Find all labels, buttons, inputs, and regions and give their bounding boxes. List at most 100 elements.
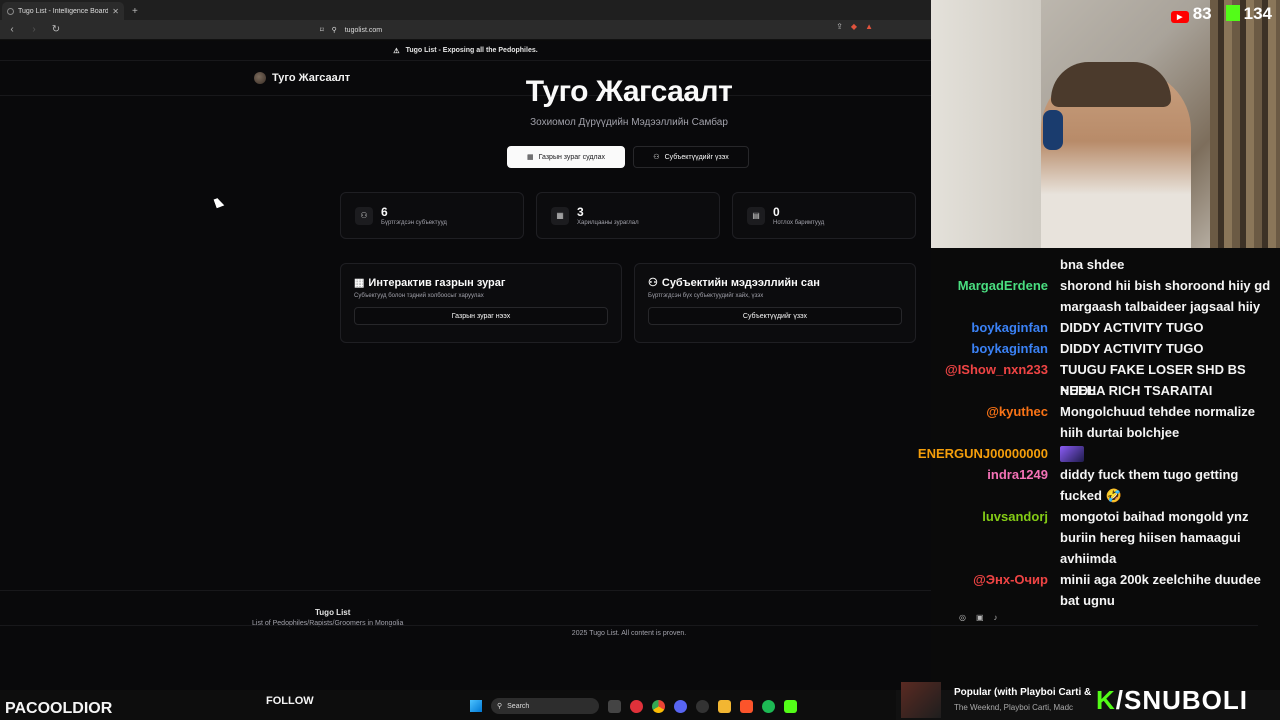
- back-icon[interactable]: ‹: [6, 24, 18, 35]
- chat-username[interactable]: MargadErdene: [958, 275, 1048, 296]
- emote-icon: [1060, 446, 1084, 462]
- chat-username[interactable]: ENERGUNJ00000000: [918, 443, 1048, 464]
- streamer-name: PACOOLDIOR: [5, 700, 113, 717]
- webcam-wall: [1210, 0, 1280, 248]
- view-subjects-button[interactable]: ⚇ Субъектүүдийг үзэх: [633, 146, 749, 168]
- card-subtitle: Бүртгэгдсэн бүх субъектуудийг хайх, үзэх: [648, 293, 764, 299]
- spotify-icon[interactable]: [762, 699, 775, 713]
- stat-value: 3: [577, 204, 584, 219]
- chat-text: bna shdee: [1060, 257, 1125, 272]
- search-icon: ⚲: [497, 703, 503, 710]
- headset: [1043, 110, 1063, 150]
- taskbar-search[interactable]: ⚲ Search: [491, 698, 599, 714]
- stat-card-maps: ▦ 3 Харилцааны зураглал: [536, 192, 720, 239]
- card-title-text: Интерактив газрын зураг: [368, 276, 506, 289]
- youtube-viewers: ▶ 83: [1170, 4, 1212, 24]
- opera-icon[interactable]: [630, 699, 643, 713]
- brave-shield-icon[interactable]: ◆: [851, 22, 857, 31]
- new-tab-button[interactable]: +: [132, 6, 138, 17]
- map-icon: ▦: [527, 154, 534, 161]
- tab-close-icon[interactable]: ✕: [112, 7, 119, 16]
- chat-username[interactable]: indra1249: [987, 464, 1048, 485]
- stat-value: 6: [381, 204, 388, 219]
- kick-app-icon[interactable]: [784, 699, 797, 713]
- url-text[interactable]: tugolist.com: [345, 27, 382, 34]
- site-info-icon[interactable]: ⚲: [332, 26, 337, 34]
- footer-divider: [0, 590, 931, 591]
- browse-subjects-button[interactable]: Субъектүүдийг үзэх: [648, 307, 902, 325]
- chat-username[interactable]: boykaginfan: [971, 317, 1048, 338]
- banner-text: Tugo List - Exposing all the Pedophiles.: [405, 47, 538, 54]
- webcam-feed: ▶ 83 134: [931, 0, 1280, 248]
- stat-value: 0: [773, 204, 780, 219]
- follow-label: FOLLOW: [266, 695, 314, 707]
- chat-username[interactable]: luvsandorj: [982, 506, 1048, 527]
- file-explorer-icon[interactable]: [718, 699, 731, 713]
- kick-viewers: 134: [1225, 4, 1272, 24]
- brand-handle: K/SNUBOLI: [1096, 685, 1248, 716]
- share-icon[interactable]: ⇪: [836, 22, 843, 31]
- task-view-icon[interactable]: [608, 699, 621, 713]
- reload-icon[interactable]: ↻: [50, 24, 62, 35]
- kick-icon: [1225, 5, 1240, 21]
- kick-logo-icon: K: [1096, 685, 1116, 715]
- address-bar[interactable]: ⌑ ⚲ tugolist.com: [320, 22, 880, 38]
- users-icon: ⚇: [355, 206, 373, 225]
- chat-text: margaash talbaideer jagsaal hiiy: [1060, 299, 1261, 314]
- feature-cards: ▦ Интерактив газрын зураг Субъектууд бол…: [340, 263, 916, 343]
- chrome-icon[interactable]: [652, 699, 665, 713]
- chat-username[interactable]: boykaginfan: [971, 338, 1048, 359]
- live-chat: bna shdee MargadErdene shorond hii bish sh…: [900, 254, 1280, 634]
- webcam-door: [931, 0, 1041, 248]
- chat-text: HUDLA RICH TSARAITAI: [1060, 383, 1213, 398]
- stat-label: Нотлох баримтууд: [773, 219, 825, 226]
- bottom-bar: PACOOLDIOR FOLLOW ⚲ Search Popular (with…: [0, 682, 1280, 720]
- screen: Tugo List - Intelligence Board ✕ + ‹ › ↻…: [0, 0, 1280, 720]
- stat-label: Бүртгэгдсэн субъектууд: [381, 219, 447, 226]
- subjects-card: ⚇ Субъектийн мэдээллийн сан Бүртгэгдсэн …: [634, 263, 916, 343]
- toolbar-actions: ⇪ ◆ ▲: [836, 22, 873, 31]
- browser-tab[interactable]: Tugo List - Intelligence Board ✕: [2, 2, 124, 20]
- discord-icon[interactable]: [674, 699, 687, 713]
- streamer-cap: [1051, 62, 1171, 107]
- footer-site-name: Tugo List: [315, 608, 351, 617]
- hero-buttons: ▦ Газрын зураг судлах ⚇ Субъектүүдийг үз…: [507, 146, 749, 168]
- web-page: ⚠ Tugo List - Exposing all the Pedophile…: [0, 41, 931, 690]
- users-icon: ⚇: [648, 277, 658, 289]
- chat-text: diddy fuck them tugo getting: [1060, 467, 1239, 482]
- brand-text: /SNUBOLI: [1115, 685, 1249, 715]
- taskbar: ⚲ Search: [470, 698, 797, 714]
- chat-text: bat ugnu: [1060, 593, 1115, 608]
- windows-start-icon[interactable]: [470, 700, 482, 712]
- tab-favicon-icon: [7, 7, 14, 15]
- tab-title: Tugo List - Intelligence Board: [18, 7, 109, 15]
- explore-map-button[interactable]: ▦ Газрын зураг судлах: [507, 146, 625, 168]
- map-card: ▦ Интерактив газрын зураг Субъектууд бол…: [340, 263, 622, 343]
- brave-rewards-icon[interactable]: ▲: [865, 22, 873, 31]
- map-icon: ▦: [551, 206, 569, 225]
- stat-label: Харилцааны зураглал: [577, 219, 639, 226]
- chat-username[interactable]: @kyuthec: [986, 401, 1048, 422]
- search-label: Search: [507, 702, 530, 710]
- card-subtitle: Субъектууд болон тэдний холбоосыг харуул…: [354, 293, 484, 299]
- users-icon: ⚇: [653, 154, 660, 161]
- card-title-text: Субъектийн мэдээллийн сан: [661, 276, 820, 289]
- chat-username[interactable]: @IShow_nxn233: [945, 359, 1048, 380]
- chat-text: buriin hereg hiisen hamaagui: [1060, 530, 1241, 545]
- announcement-banner: ⚠ Tugo List - Exposing all the Pedophile…: [0, 41, 931, 61]
- open-map-button[interactable]: Газрын зураг нээх: [354, 307, 608, 325]
- card-title: ⚇ Субъектийн мэдээллийн сан: [648, 276, 902, 290]
- chat-text: Mongolchuud tehdee normalize: [1060, 404, 1256, 419]
- card-title: ▦ Интерактив газрын зураг: [354, 276, 608, 290]
- chat-text: minii aga 200k zeelchihe duudee: [1060, 572, 1261, 587]
- brave-icon[interactable]: [740, 699, 753, 713]
- settings-icon[interactable]: [696, 699, 709, 713]
- bookmark-icon[interactable]: ⌑: [320, 26, 324, 34]
- chat-text: DIDDY ACTIVITY TUGO: [1060, 341, 1204, 356]
- chat-text: fucked 🤣: [1060, 488, 1122, 503]
- now-playing-title: Popular (with Playboi Carti &: [954, 687, 1092, 698]
- forward-icon[interactable]: ›: [28, 24, 40, 35]
- youtube-icon: ▶: [1170, 11, 1189, 23]
- view-subjects-label: Субъектүүдийг үзэх: [664, 153, 729, 161]
- chat-username[interactable]: @Энх-Очир: [973, 569, 1048, 590]
